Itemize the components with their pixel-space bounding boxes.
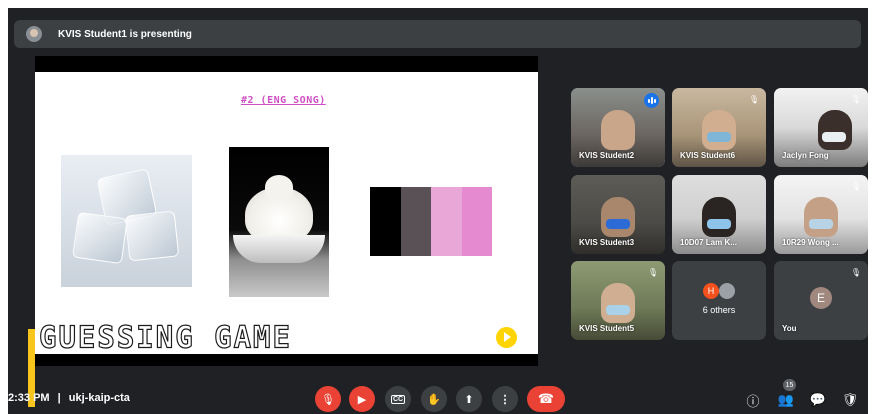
chat-button[interactable]: 💬 xyxy=(808,390,828,410)
participant-tile[interactable]: KVIS Student3 xyxy=(571,175,665,254)
more-vertical-icon: ⋮ xyxy=(499,393,511,406)
camera-off-icon: ▶ xyxy=(357,393,367,406)
meeting-separator: | xyxy=(57,392,61,404)
more-options-button[interactable]: ⋮ xyxy=(492,386,518,412)
self-tile[interactable]: E 🎙 You xyxy=(774,261,868,340)
shield-icon: 🛡 xyxy=(841,392,859,407)
mic-off-icon: 🎙 xyxy=(850,267,862,277)
others-avatar-photo xyxy=(719,283,735,299)
meet-window: KVIS Student1 is presenting #2 (ENG SONG… xyxy=(8,8,868,414)
present-icon: ⬆ xyxy=(464,393,474,406)
swatch-3 xyxy=(431,187,462,256)
raise-hand-button[interactable]: ✋ xyxy=(421,386,447,412)
self-avatar: E xyxy=(810,287,832,309)
others-label: 6 others xyxy=(702,305,736,315)
presenter-avatar xyxy=(26,26,42,42)
participant-tile[interactable]: 🎙 10R29 Wong ... xyxy=(774,175,868,254)
participant-name: 10R29 Wong ... xyxy=(782,238,839,247)
mic-off-icon: 🎙 xyxy=(850,94,862,104)
participant-name: Jaclyn Fong xyxy=(782,151,829,160)
present-button[interactable]: ⬆ xyxy=(456,386,482,412)
meeting-details-button[interactable]: ⓘ xyxy=(743,390,763,410)
presenting-text: KVIS Student1 is presenting xyxy=(58,28,192,40)
host-controls-button[interactable]: 🛡 xyxy=(840,390,860,410)
bottom-bar: 2:33 PM | ukj-kaip-cta 🎙 ▶ CC ✋ ⬆ ⋮ ☎ ⓘ … xyxy=(8,379,868,414)
end-call-button[interactable]: ☎ xyxy=(527,386,565,412)
swatch-2 xyxy=(400,187,431,256)
mic-off-button[interactable]: 🎙 xyxy=(315,386,341,412)
ice-cubes-image xyxy=(61,155,192,287)
participant-name: KVIS Student2 xyxy=(579,151,635,160)
swatch-1 xyxy=(370,187,401,256)
presenting-banner: KVIS Student1 is presenting xyxy=(14,20,861,48)
raise-hand-icon: ✋ xyxy=(427,393,441,406)
mic-off-icon: 🎙 xyxy=(647,267,659,277)
people-count-badge: 15 xyxy=(783,379,796,391)
end-call-icon: ☎ xyxy=(537,391,555,406)
self-label: You xyxy=(782,324,797,333)
people-button[interactable]: 👥 xyxy=(776,390,796,410)
participant-tile[interactable]: 🎙 KVIS Student5 xyxy=(571,261,665,340)
slide-title: #2 (ENG SONG) xyxy=(241,95,326,106)
others-tile[interactable]: H 6 others xyxy=(672,261,766,340)
mic-off-icon: 🎙 xyxy=(748,94,760,104)
participant-tile[interactable]: KVIS Student2 xyxy=(571,88,665,167)
color-palette xyxy=(370,187,492,256)
participant-tile[interactable]: 🎙 KVIS Student6 xyxy=(672,88,766,167)
participant-name: KVIS Student3 xyxy=(579,238,635,247)
participant-tile[interactable]: 10D07 Lam K... xyxy=(672,175,766,254)
mic-off-icon: 🎙 xyxy=(850,181,862,191)
mic-off-icon: 🎙 xyxy=(321,393,335,406)
game-title: GUESSING GAME xyxy=(38,319,292,356)
ice-cream-image xyxy=(229,147,329,297)
participant-tile[interactable]: 🎙 Jaclyn Fong xyxy=(774,88,868,167)
speaking-icon xyxy=(644,93,659,108)
slide-content: #2 (ENG SONG) xyxy=(35,72,538,354)
participant-name: 10D07 Lam K... xyxy=(680,238,737,247)
people-icon: 👥 xyxy=(777,392,795,407)
meeting-time: 2:33 PM xyxy=(8,392,50,404)
captions-icon: CC xyxy=(390,394,406,404)
swatch-4 xyxy=(461,187,492,256)
play-icon[interactable] xyxy=(496,327,517,348)
shared-slide: #2 (ENG SONG) GUESSING GAME xyxy=(35,56,538,366)
chat-icon: 💬 xyxy=(809,392,827,407)
captions-button[interactable]: CC xyxy=(385,386,411,412)
info-icon: ⓘ xyxy=(746,393,760,409)
others-avatar: H xyxy=(703,283,719,299)
camera-off-button[interactable]: ▶ xyxy=(349,386,375,412)
participant-name: KVIS Student6 xyxy=(680,151,736,160)
participant-name: KVIS Student5 xyxy=(579,324,635,333)
meeting-code: ukj-kaip-cta xyxy=(68,392,130,404)
meeting-info: 2:33 PM | ukj-kaip-cta xyxy=(8,392,130,404)
